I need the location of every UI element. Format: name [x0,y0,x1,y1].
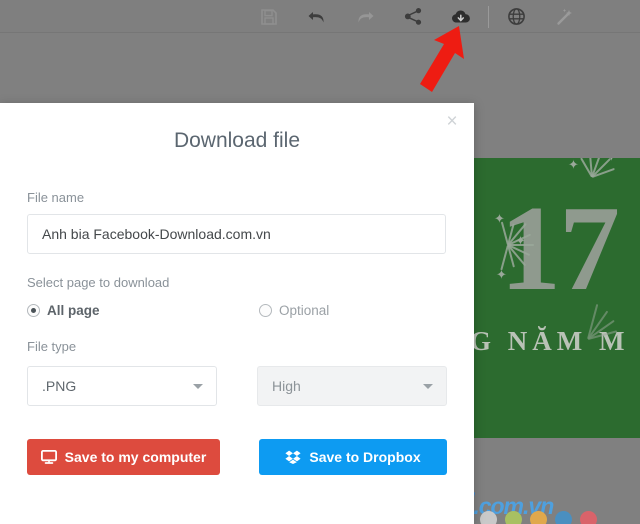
dropbox-icon [285,450,301,464]
dialog-title: Download file [0,129,474,153]
toolbar-divider [488,6,489,28]
close-icon[interactable]: × [440,109,464,133]
file-quality-value: High [272,378,301,394]
banner-image: 17 G NĂM M ✦ ✦ ✦ [474,158,640,438]
page-select-radio-group: All page Optional [27,303,447,318]
radio-mark-icon [27,304,40,317]
radio-all-page[interactable]: All page [27,303,259,318]
globe-icon[interactable] [492,0,540,33]
file-quality-select[interactable]: High [257,366,447,406]
file-format-value: .PNG [42,378,76,394]
file-name-input[interactable] [27,214,446,254]
save-icon[interactable] [245,0,293,33]
download-file-dialog: × Download file File name Select page to… [0,103,474,524]
file-name-label: File name [27,190,447,205]
color-swatch-row [455,511,597,524]
swatch-orange[interactable] [530,511,547,524]
share-icon[interactable] [389,0,437,33]
redo-icon[interactable] [341,0,389,33]
save-to-my-computer-label: Save to my computer [65,449,207,465]
page-select-section: Select page to download All page Optiona… [27,275,447,318]
radio-optional[interactable]: Optional [259,303,329,318]
file-format-select[interactable]: .PNG [27,366,217,406]
dialog-action-buttons: Save to my computer Save to Dropbox [27,439,447,475]
undo-icon[interactable] [293,0,341,33]
radio-optional-label: Optional [279,303,329,318]
swatch-green[interactable] [505,511,522,524]
swatch-blue[interactable] [555,511,572,524]
save-to-my-computer-button[interactable]: Save to my computer [27,439,220,475]
radio-mark-icon [259,304,272,317]
download-cloud-icon[interactable] [437,0,485,33]
banner-number: 17 [500,188,618,310]
app-toolbar [0,0,640,33]
file-type-controls: .PNG High [27,366,447,406]
banner-text: G NĂM M [474,326,629,357]
magic-wand-icon[interactable] [540,0,588,33]
monitor-icon [41,450,57,464]
screen-root: 17 G NĂM M ✦ ✦ ✦ [0,0,640,524]
page-select-label: Select page to download [27,275,447,290]
save-to-dropbox-label: Save to Dropbox [309,449,420,465]
radio-all-page-label: All page [47,303,100,318]
toolbar-icon-group [245,0,588,33]
swatch-gray[interactable] [480,511,497,524]
dialog-body: File name Select page to download All pa… [0,190,474,475]
chevron-down-icon [193,384,203,389]
save-to-dropbox-button[interactable]: Save to Dropbox [259,439,447,475]
file-type-section: File type .PNG High [27,339,447,406]
file-type-label: File type [27,339,447,354]
chevron-down-icon [423,384,433,389]
swatch-red[interactable] [580,511,597,524]
